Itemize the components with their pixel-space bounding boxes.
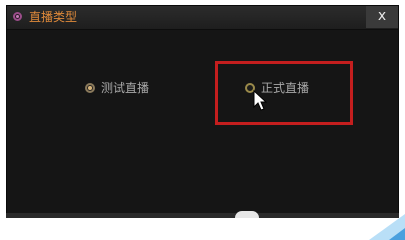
mouse-cursor-icon [253, 90, 267, 111]
radio-option-test-live[interactable]: 测试直播 [85, 80, 149, 96]
radio-checked-icon[interactable] [85, 83, 95, 93]
dialog-title: 直播类型 [29, 10, 78, 24]
live-type-dialog: 直播类型 x 测试直播 正式直播 [6, 5, 399, 215]
radio-label-test-live: 测试直播 [101, 81, 150, 95]
app-logo-icon [13, 12, 22, 21]
bottom-edge [6, 213, 399, 218]
close-button[interactable]: x [366, 6, 398, 28]
page-curl-decoration-inner [389, 228, 405, 240]
titlebar: 直播类型 x [7, 6, 398, 30]
annotation-highlight-box [215, 61, 353, 125]
bottom-knob [235, 211, 259, 218]
